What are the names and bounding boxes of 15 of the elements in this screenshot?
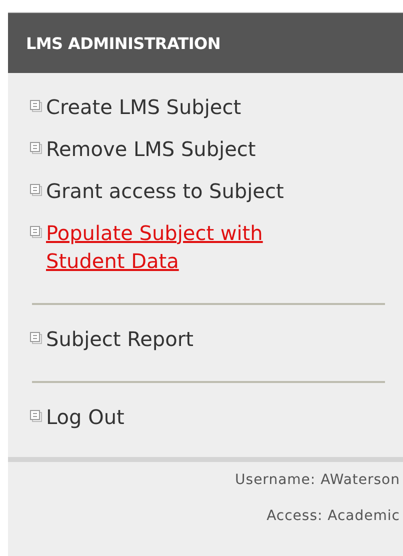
document-icon bbox=[30, 142, 42, 154]
panel-title: LMS ADMINISTRATION bbox=[26, 34, 220, 52]
document-icon bbox=[30, 410, 42, 422]
menu-link[interactable]: Log Out bbox=[46, 403, 346, 431]
menu-link[interactable]: Populate Subject with Student Data bbox=[46, 219, 346, 275]
menu-link[interactable]: Grant access to Subject bbox=[46, 177, 346, 205]
document-icon bbox=[30, 226, 42, 238]
menu-link[interactable]: Create LMS Subject bbox=[46, 93, 346, 121]
menu-link[interactable]: Subject Report bbox=[46, 325, 346, 353]
document-icon bbox=[30, 332, 42, 344]
document-icon bbox=[30, 184, 42, 196]
document-icon bbox=[30, 100, 42, 112]
footer-text: Access: Academic bbox=[266, 508, 400, 524]
footer-text: Username: AWaterson bbox=[235, 472, 400, 488]
menu-link[interactable]: Remove LMS Subject bbox=[46, 135, 346, 163]
